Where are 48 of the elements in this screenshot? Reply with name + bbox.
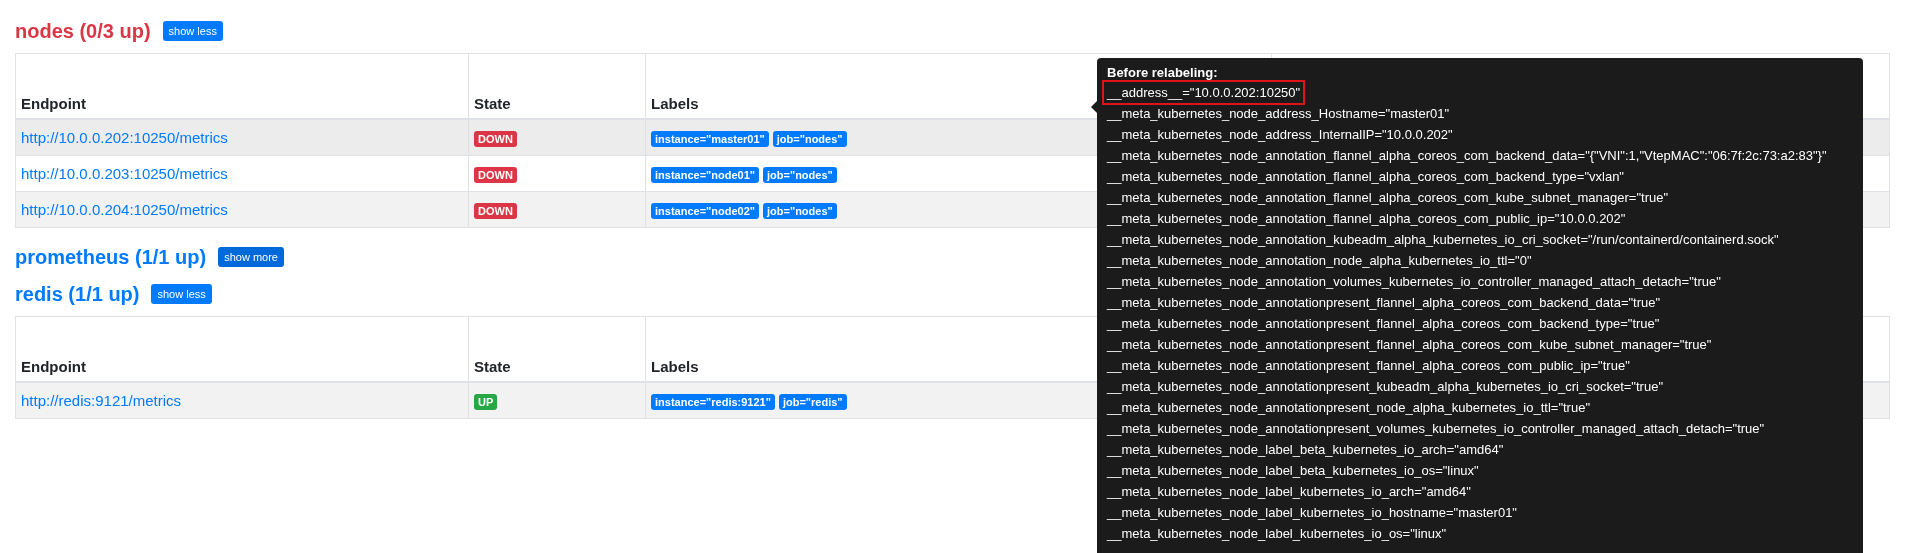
label-line: __meta_kubernetes_node_label_kubernetes_io_arch="amd64"	[1105, 483, 1472, 501]
label-line: __meta_kubernetes_node_annotationpresent_node_alpha_kubernetes_io_ttl="true"	[1105, 399, 1592, 417]
label-line: __meta_kubernetes_node_annotationpresent_flannel_alpha_coreos_com_backend_type="true"	[1105, 315, 1661, 333]
label-badge: job="nodes"	[763, 202, 837, 219]
column-header: Labels	[651, 95, 699, 112]
label-badge: instance="node02"	[651, 202, 759, 219]
column-header: Endpoint	[21, 95, 86, 112]
column-header: Labels	[651, 358, 699, 375]
label-line: __meta_kubernetes_node_label_beta_kubernetes_io_os="linux"	[1105, 462, 1480, 480]
state-badge: DOWN	[474, 166, 517, 183]
label-line: __meta_kubernetes_node_annotationpresent_flannel_alpha_coreos_com_public_ip="true"	[1105, 357, 1631, 375]
label-badge: instance="redis:9121"	[651, 393, 775, 410]
label-line: __meta_kubernetes_node_annotationpresent_volumes_kubernetes_io_controller_managed_attach_detach="true"	[1105, 420, 1766, 438]
label-line: __meta_kubernetes_node_address_InternalIP="10.0.0.202"	[1105, 126, 1454, 144]
state-badge: UP	[474, 393, 498, 410]
column-header: State	[474, 95, 511, 112]
job-heading: nodes (0/3 up)	[15, 19, 151, 43]
job-heading: prometheus (1/1 up)	[15, 245, 207, 269]
column-header: State	[474, 358, 511, 375]
label-line: __meta_kubernetes_node_annotation_flannel_alpha_coreos_com_backend_data="{"VNI":1,"VtepMAC":"06:7f:2c:73:a2:83"}"	[1105, 147, 1828, 165]
label-line: __meta_kubernetes_node_label_beta_kubernetes_io_arch="amd64"	[1105, 441, 1505, 459]
endpoint-link[interactable]: http://redis:9121/metrics	[21, 392, 182, 409]
label-badge: job="redis"	[778, 393, 847, 410]
tooltip-title: Before relabeling:	[1107, 64, 1219, 82]
label-line: __meta_kubernetes_node_label_kubernetes_io_os="linux"	[1105, 525, 1448, 543]
toggle-button[interactable]: show less	[151, 284, 212, 304]
label-line: __meta_kubernetes_node_annotationpresent_flannel_alpha_coreos_com_backend_data="true"	[1105, 294, 1662, 312]
label-line: __meta_kubernetes_node_annotation_volumes_kubernetes_io_controller_managed_attach_detach="true"	[1105, 273, 1722, 291]
toggle-button[interactable]: show less	[162, 21, 223, 41]
state-badge: DOWN	[474, 130, 517, 147]
job-heading: redis (1/1 up)	[15, 282, 140, 306]
label-badge: instance="node01"	[651, 166, 759, 183]
label-line: __meta_kubernetes_node_annotationpresent_kubeadm_alpha_kubernetes_io_cri_socket="true"	[1105, 378, 1664, 396]
label-line: __meta_kubernetes_node_address_Hostname="master01"	[1105, 105, 1451, 123]
label-line: __meta_kubernetes_node_label_kubernetes_io_hostname="master01"	[1105, 504, 1518, 522]
column-header: Endpoint	[21, 358, 86, 375]
label-line: __meta_kubernetes_node_annotationpresent_flannel_alpha_coreos_com_kube_subnet_manager="true"	[1105, 336, 1713, 354]
label-line: __meta_kubernetes_node_annotation_flannel_alpha_coreos_com_backend_type="vxlan"	[1105, 168, 1625, 186]
label-line: __address__="10.0.0.202:10250"	[1104, 82, 1304, 103]
state-badge: DOWN	[474, 202, 517, 219]
label-line: __meta_kubernetes_node_annotation_kubeadm_alpha_kubernetes_io_cri_socket="/run/containerd/containerd.sock"	[1105, 231, 1780, 249]
toggle-button[interactable]: show more	[218, 247, 284, 267]
label-line: __meta_kubernetes_node_annotation_node_alpha_kubernetes_io_ttl="0"	[1105, 252, 1533, 270]
label-badge: job="nodes"	[772, 130, 847, 147]
label-line: __meta_kubernetes_node_annotation_flannel_alpha_coreos_com_public_ip="10.0.0.202"	[1105, 210, 1627, 228]
label-badge: job="nodes"	[763, 166, 837, 183]
label-badge: instance="master01"	[651, 130, 769, 147]
label-line: __meta_kubernetes_node_annotation_flannel_alpha_coreos_com_kube_subnet_manager="true"	[1105, 189, 1670, 207]
